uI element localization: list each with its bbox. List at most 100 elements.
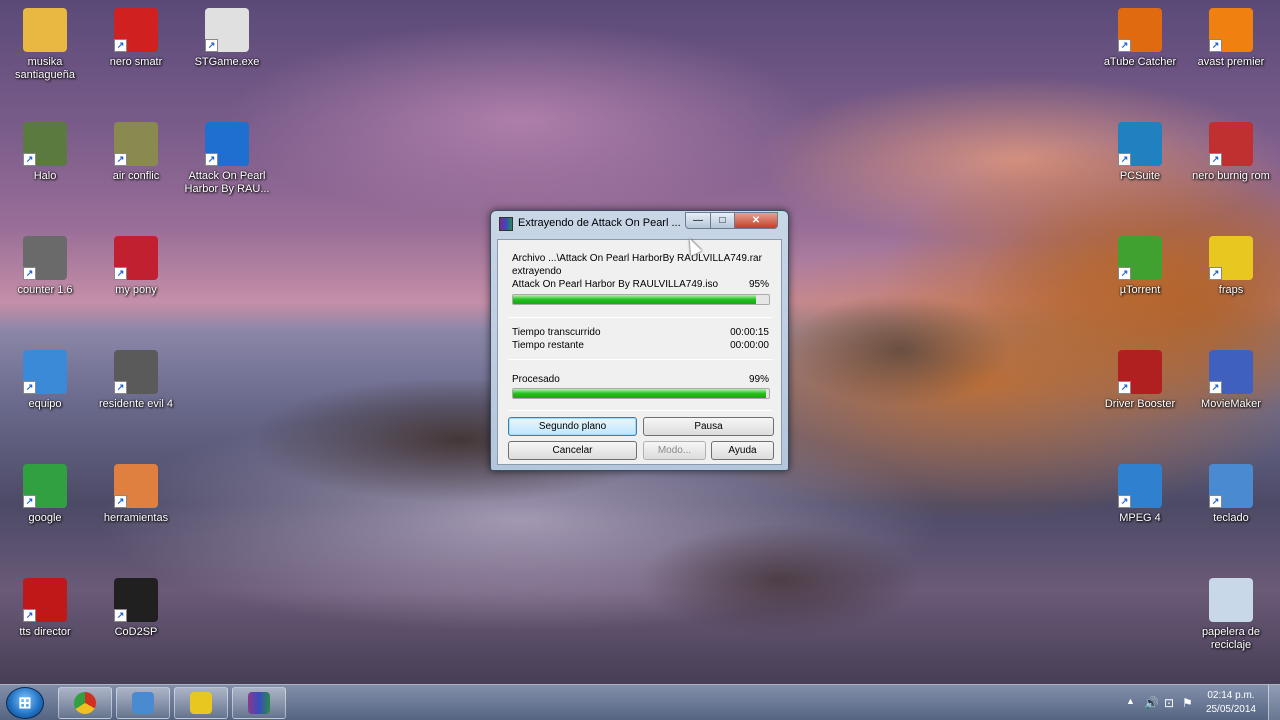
driver-booster-icon: ↗	[1118, 350, 1162, 394]
desktop-icon-label: STGame.exe	[194, 56, 260, 68]
desktop-icon[interactable]: ↗ equipo	[0, 350, 90, 411]
desktop-icon[interactable]: ↗ herramientas	[91, 464, 181, 525]
volume-icon[interactable]: 🔊	[1144, 696, 1159, 710]
mode-button[interactable]: Modo...	[643, 441, 706, 460]
pcsuite-icon: ↗	[1118, 122, 1162, 166]
processed-progress-bar	[512, 388, 770, 399]
shortcut-arrow-icon: ↗	[114, 267, 127, 280]
taskbar-app-keyboard[interactable]	[116, 687, 170, 719]
avast-icon: ↗	[1209, 8, 1253, 52]
divider	[508, 317, 773, 318]
desktop-icon[interactable]: ↗ nero burnig rom	[1186, 122, 1276, 183]
background-button[interactable]: Segundo plano	[508, 417, 637, 436]
shortcut-arrow-icon: ↗	[114, 153, 127, 166]
clock[interactable]: 02:14 p.m. 25/05/2014	[1206, 689, 1256, 717]
recycle-bin-icon	[1209, 578, 1253, 622]
desktop-icon-label: papelera de reciclaje	[1201, 626, 1261, 651]
desktop-icon-label: avast premier	[1197, 56, 1265, 68]
desktop-icon[interactable]: ↗ Halo	[0, 122, 90, 183]
desktop-icon[interactable]: ↗ teclado	[1186, 464, 1276, 525]
desktop-icon-label: counter 1.6	[17, 284, 73, 296]
shortcut-arrow-icon: ↗	[114, 381, 127, 394]
dialog-title: Extrayendo de Attack On Pearl ...	[518, 217, 681, 229]
maximize-button[interactable]: □	[710, 212, 735, 229]
taskbar: ⊞ ▲ 🔊 ⊡ ⚑ 02:14 p.m. 25/05/2014	[0, 684, 1280, 720]
desktop-icon[interactable]: ↗ fraps	[1186, 236, 1276, 297]
desktop-icon[interactable]: ↗ residente evil 4	[91, 350, 181, 411]
minimize-button[interactable]: —	[685, 212, 711, 229]
close-button[interactable]: ✕	[734, 212, 778, 229]
desktop-icon-label: µTorrent	[1119, 284, 1161, 296]
show-hidden-icons-icon[interactable]: ▲	[1126, 696, 1135, 706]
tools-icon: ↗	[114, 464, 158, 508]
taskbar-app-winrar[interactable]	[232, 687, 286, 719]
desktop-icon[interactable]: ↗ STGame.exe	[182, 8, 272, 69]
dialog-body: Archivo ...\Attack On Pearl HarborBy RAU…	[497, 239, 782, 465]
desktop-icon[interactable]: ↗ µTorrent	[1095, 236, 1185, 297]
shortcut-arrow-icon: ↗	[1209, 153, 1222, 166]
desktop-icon[interactable]: ↗ Attack On Pearl Harbor By RAU...	[182, 122, 272, 196]
start-button[interactable]: ⊞	[6, 687, 44, 719]
moviemaker-icon: ↗	[1209, 350, 1253, 394]
desktop-icon-label: Attack On Pearl Harbor By RAU...	[184, 170, 270, 195]
divider	[508, 359, 773, 360]
shortcut-arrow-icon: ↗	[205, 153, 218, 166]
taskbar-app-chrome[interactable]	[58, 687, 112, 719]
shortcut-arrow-icon: ↗	[23, 381, 36, 394]
desktop-icon[interactable]: ↗ nero smatr	[91, 8, 181, 69]
pause-button[interactable]: Pausa	[643, 417, 774, 436]
dialog-titlebar[interactable]: Extrayendo de Attack On Pearl ... — □ ✕	[491, 211, 788, 237]
status-text: extrayendo	[512, 266, 562, 277]
desktop-icon[interactable]: ↗ MPEG 4	[1095, 464, 1185, 525]
network-icon[interactable]: ⊡	[1164, 696, 1174, 710]
desktop-icon-label: MPEG 4	[1119, 512, 1161, 524]
desktop-icon-label: musika santiagueña	[15, 56, 75, 81]
desktop-icon[interactable]: ↗ CoD2SP	[91, 578, 181, 639]
desktop-icon-label: CoD2SP	[114, 626, 158, 638]
desktop-icon-label: air conflic	[112, 170, 160, 182]
desktop-icon[interactable]: ↗ aTube Catcher	[1095, 8, 1185, 69]
desktop-icon[interactable]: ↗ tts director	[0, 578, 90, 639]
mpeg4-icon: ↗	[1118, 464, 1162, 508]
help-button[interactable]: Ayuda	[711, 441, 774, 460]
archive-path: Archivo ...\Attack On Pearl HarborBy RAU…	[512, 253, 762, 264]
desktop-icon[interactable]: musika santiagueña	[0, 8, 90, 82]
cancel-button[interactable]: Cancelar	[508, 441, 637, 460]
system-tray: ▲ 🔊 ⊡ ⚑ 02:14 p.m. 25/05/2014	[1120, 685, 1280, 720]
desktop-icon[interactable]: ↗ avast premier	[1186, 8, 1276, 69]
shortcut-arrow-icon: ↗	[23, 609, 36, 622]
desktop-icon[interactable]: ↗ MovieMaker	[1186, 350, 1276, 411]
pony-icon: ↗	[114, 236, 158, 280]
shortcut-arrow-icon: ↗	[1118, 267, 1131, 280]
resident-evil-icon: ↗	[114, 350, 158, 394]
aircraft-icon: ↗	[114, 122, 158, 166]
desktop-icon[interactable]: ↗ my pony	[91, 236, 181, 297]
file-percent: 95%	[748, 279, 769, 290]
taskbar-app-fraps[interactable]	[174, 687, 228, 719]
desktop-icon[interactable]: ↗ PCSuite	[1095, 122, 1185, 183]
desktop-icon[interactable]: ↗ counter 1.6	[0, 236, 90, 297]
keyboard-icon	[132, 692, 154, 714]
file-name: Attack On Pearl Harbor By RAULVILLA749.i…	[512, 279, 719, 290]
elapsed-label: Tiempo transcurrido	[512, 327, 601, 338]
desktop-icon-label: teclado	[1213, 512, 1249, 524]
show-desktop-button[interactable]	[1268, 685, 1280, 720]
desktop-icon-label: PCSuite	[1119, 170, 1161, 182]
folder-icon	[23, 8, 67, 52]
shortcut-arrow-icon: ↗	[23, 267, 36, 280]
desktop-icon[interactable]: papelera de reciclaje	[1186, 578, 1276, 652]
remaining-label: Tiempo restante	[512, 340, 584, 351]
desktop-icon[interactable]: ↗ google	[0, 464, 90, 525]
action-center-icon[interactable]: ⚑	[1182, 696, 1193, 710]
shortcut-arrow-icon: ↗	[114, 609, 127, 622]
shortcut-arrow-icon: ↗	[1118, 39, 1131, 52]
file-progress-bar	[512, 294, 770, 305]
shortcut-arrow-icon: ↗	[1118, 495, 1131, 508]
shortcut-arrow-icon: ↗	[1118, 381, 1131, 394]
desktop-icon[interactable]: ↗ air conflic	[91, 122, 181, 183]
shortcut-arrow-icon: ↗	[114, 39, 127, 52]
desktop-icon-label: fraps	[1218, 284, 1244, 296]
desktop-icon-label: residente evil 4	[99, 398, 173, 410]
desktop-icon-label: MovieMaker	[1201, 398, 1261, 410]
desktop-icon[interactable]: ↗ Driver Booster	[1095, 350, 1185, 411]
